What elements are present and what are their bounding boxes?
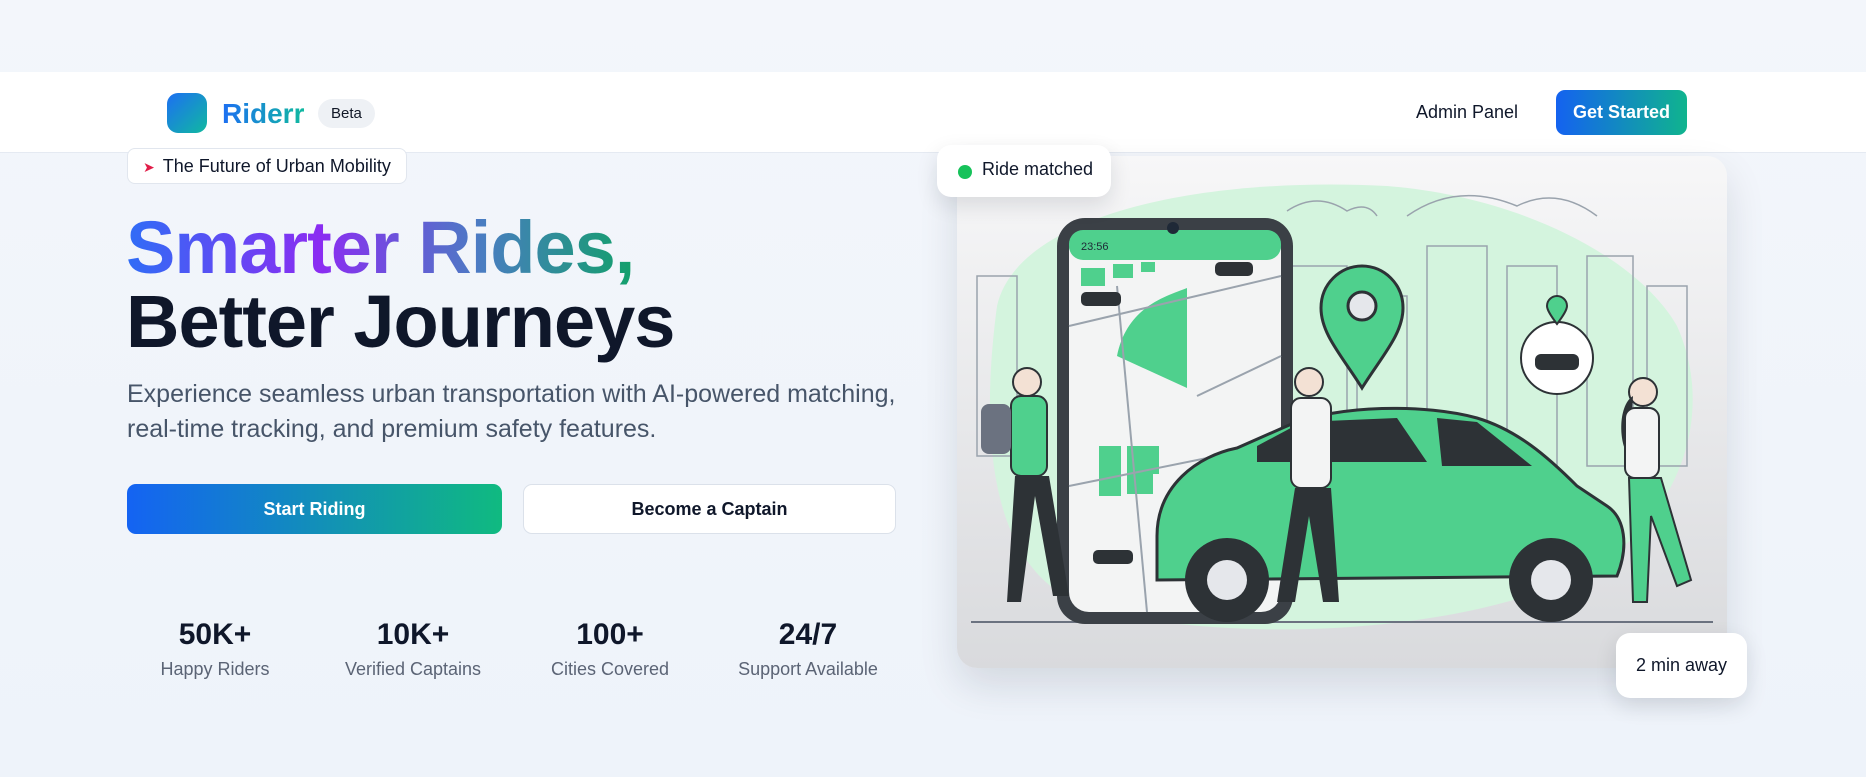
- ride-matched-badge: Ride matched: [937, 145, 1111, 197]
- ride-illustration: 23:56: [971, 184, 1713, 630]
- headline-line-1: Smarter Rides,: [126, 206, 635, 289]
- stat-support: 24/7 Support Available: [723, 617, 893, 680]
- stat-value: 10K+: [376, 618, 450, 651]
- get-started-button[interactable]: Get Started: [1556, 90, 1687, 135]
- stat-value: 24/7: [778, 618, 838, 651]
- tagline-pill: ➤ The Future of Urban Mobility: [127, 148, 407, 184]
- headline-line-2: Better Journeys: [126, 280, 675, 363]
- status-dot-icon: [958, 165, 972, 179]
- stat-label: Support Available: [738, 659, 878, 679]
- stat-label: Verified Captains: [344, 659, 482, 679]
- stat-value: 100+: [576, 618, 644, 651]
- stat-verified-captains: 10K+ Verified Captains: [328, 617, 498, 680]
- tagline-text: The Future of Urban Mobility: [162, 156, 391, 176]
- logo-icon[interactable]: [167, 93, 207, 133]
- stat-happy-riders: 50K+ Happy Riders: [130, 617, 300, 680]
- start-riding-button[interactable]: Start Riding: [127, 484, 502, 534]
- stat-label: Happy Riders: [160, 659, 270, 679]
- eta-badge: 2 min away: [1616, 633, 1747, 698]
- become-captain-button[interactable]: Become a Captain: [523, 484, 896, 534]
- beta-badge: Beta: [318, 99, 375, 128]
- rocket-icon: ➤: [143, 159, 155, 175]
- stat-value: 50K+: [178, 618, 252, 651]
- hero-subtitle: Experience seamless urban transportation…: [127, 380, 896, 443]
- ride-matched-text: Ride matched: [982, 159, 1094, 179]
- brand-name[interactable]: Riderr: [222, 98, 304, 130]
- admin-panel-link[interactable]: Admin Panel: [1416, 102, 1518, 123]
- stat-label: Cities Covered: [550, 659, 670, 679]
- top-navbar: Riderr Beta Admin Panel Get Started: [0, 72, 1866, 153]
- stat-cities-covered: 100+ Cities Covered: [525, 617, 695, 680]
- phone-time: 23:56: [1081, 241, 1109, 253]
- hero-illustration: 23:56: [957, 156, 1727, 668]
